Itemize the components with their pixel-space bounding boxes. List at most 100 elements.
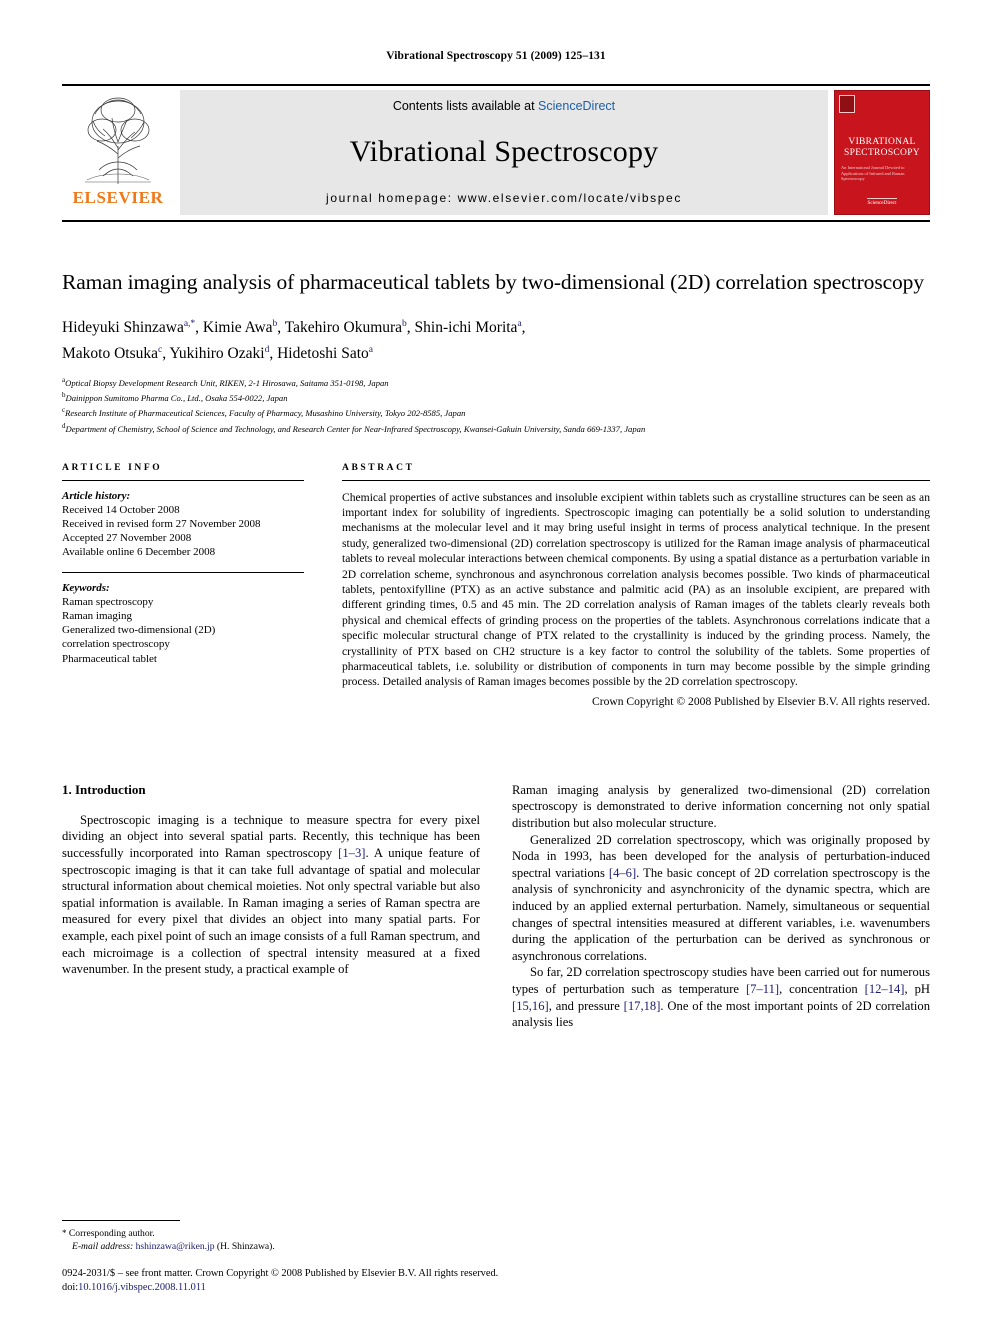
article-info-column: ARTICLE INFO Article history: Received 1…	[62, 463, 304, 708]
masthead-center-panel: Contents lists available at ScienceDirec…	[180, 90, 828, 215]
contents-prefix: Contents lists available at	[392, 99, 535, 113]
email-label: E-mail address:	[72, 1241, 134, 1252]
page-footer: 0924-2031/$ – see front matter. Crown Co…	[62, 1267, 498, 1295]
intro-paragraph-right-3: So far, 2D correlation spectroscopy stud…	[512, 964, 930, 1030]
abstract-column: ABSTRACT Chemical properties of active s…	[342, 463, 930, 708]
author-line-2: Makoto Otsukac, Yukihiro Ozakid, Hidetos…	[62, 345, 373, 363]
author-name: Kimie Awa	[202, 319, 273, 337]
keywords-label: Keywords:	[62, 581, 110, 594]
corresponding-author-text: Corresponding author.	[68, 1228, 155, 1239]
author-name: Hidetoshi Sato	[277, 345, 369, 363]
corresponding-author-note: * Corresponding author.	[62, 1227, 462, 1240]
author-affiliation-mark: a	[368, 345, 373, 356]
keyword-item: Generalized two-dimensional (2D)	[62, 624, 216, 637]
paragraph-text: . The basic concept of 2D correlation sp…	[512, 865, 930, 963]
citation-link[interactable]: [17,18]	[624, 999, 661, 1013]
sciencedirect-link[interactable]: ScienceDirect	[538, 99, 615, 113]
cover-title: VIBRATIONAL SPECTROSCOPY	[835, 137, 929, 159]
footer-doi-line: doi:10.1016/j.vibspec.2008.11.011	[62, 1281, 498, 1295]
article-title: Raman imaging analysis of pharmaceutical…	[62, 270, 924, 294]
body-column-left: 1. Introduction Spectroscopic imaging is…	[62, 782, 480, 1031]
affiliation-item: aOptical Biopsy Development Research Uni…	[62, 374, 930, 389]
cover-title-line2: SPECTROSCOPY	[844, 148, 920, 158]
affiliation-text: Department of Chemistry, School of Scien…	[65, 423, 646, 434]
citation-link[interactable]: [15,16]	[512, 999, 549, 1013]
author-name: Takehiro Okumura	[284, 319, 403, 337]
cover-footer: ScienceDirect	[835, 198, 929, 207]
author-affiliation-mark: a,*	[183, 319, 196, 329]
affiliation-text: Optical Biopsy Development Research Unit…	[65, 378, 389, 389]
keyword-item: Pharmaceutical tablet	[62, 652, 157, 665]
affiliation-list: aOptical Biopsy Development Research Uni…	[62, 374, 930, 434]
author-affiliation-mark: b	[272, 319, 278, 329]
keyword-item: Raman imaging	[62, 609, 132, 622]
cover-subtitle: An International Journal Devoted to Appl…	[841, 165, 905, 182]
email-link[interactable]: hshinzawa@riken.jp	[136, 1241, 215, 1252]
article-info-label: ARTICLE INFO	[62, 462, 163, 473]
citation-link[interactable]: [4–6]	[609, 866, 636, 880]
contents-available-line: Contents lists available at ScienceDirec…	[393, 99, 615, 113]
footer-copyright-line: 0924-2031/$ – see front matter. Crown Co…	[62, 1268, 499, 1279]
journal-cover-thumbnail: VIBRATIONAL SPECTROSCOPY An Internationa…	[834, 90, 930, 215]
body-columns: 1. Introduction Spectroscopic imaging is…	[62, 782, 930, 1031]
elsevier-logo: ELSEVIER	[62, 86, 174, 220]
paragraph-text: , concentration	[779, 981, 865, 996]
doi-link[interactable]: 10.1016/j.vibspec.2008.11.011	[78, 1282, 206, 1293]
history-item: Accepted 27 November 2008	[62, 532, 192, 545]
history-item: Received 14 October 2008	[62, 503, 180, 516]
keyword-item: correlation spectroscopy	[62, 638, 170, 651]
citation-link[interactable]: [1–3]	[338, 846, 365, 860]
affiliation-text: Dainippon Sumitomo Pharma Co., Ltd., Osa…	[65, 393, 288, 404]
journal-title: Vibrational Spectroscopy	[349, 135, 659, 168]
cover-publisher-mark	[839, 95, 855, 113]
author-affiliation-mark: b	[402, 319, 407, 329]
affiliation-item: cResearch Institute of Pharmaceutical Sc…	[62, 404, 930, 419]
author-name: Shin-ichi Morita	[414, 319, 518, 337]
author-affiliation-mark: a	[517, 319, 522, 329]
history-item: Received in revised form 27 November 200…	[62, 517, 261, 530]
elsevier-tree-icon	[85, 97, 151, 184]
abstract-label: ABSTRACT	[342, 462, 415, 473]
journal-article-page: Vibrational Spectroscopy 51 (2009) 125–1…	[0, 0, 992, 1323]
abstract-text: Chemical properties of active substances…	[342, 490, 930, 689]
paragraph-text: , and pressure	[548, 998, 624, 1013]
intro-paragraph-left: Spectroscopic imaging is a technique to …	[62, 812, 480, 978]
affiliation-text: Research Institute of Pharmaceutical Sci…	[65, 408, 466, 419]
footnote-mark: *	[62, 1228, 67, 1238]
doi-label: doi:	[62, 1282, 79, 1293]
citation-link[interactable]: [12–14]	[865, 982, 905, 996]
affiliation-item: bDainippon Sumitomo Pharma Co., Ltd., Os…	[62, 389, 930, 404]
body-column-right: Raman imaging analysis by generalized tw…	[512, 782, 930, 1031]
intro-paragraph-right-2: Generalized 2D correlation spectroscopy,…	[512, 832, 930, 965]
citation-link[interactable]: [7–11]	[746, 982, 779, 996]
intro-paragraph-right-1: Raman imaging analysis by generalized tw…	[512, 782, 930, 832]
abstract-copyright: Crown Copyright © 2008 Published by Else…	[591, 694, 930, 708]
title-block: Raman imaging analysis of pharmaceutical…	[62, 268, 930, 435]
section-heading-introduction: 1. Introduction	[62, 781, 146, 797]
elsevier-wordmark: ELSEVIER	[72, 188, 164, 207]
article-history-label: Article history:	[62, 489, 131, 502]
email-owner: (H. Shinzawa).	[216, 1241, 275, 1252]
footnote-area: * Corresponding author. E-mail address: …	[62, 1220, 462, 1253]
author-line-1: Hideyuki Shinzawaa,*, Kimie Awab, Takehi…	[62, 319, 526, 337]
article-history-group: Article history: Received 14 October 200…	[62, 481, 304, 560]
journal-masthead: ELSEVIER Contents lists available at Sci…	[62, 84, 930, 222]
paragraph-text: , pH	[904, 981, 930, 996]
email-note: E-mail address: hshinzawa@riken.jp (H. S…	[62, 1240, 462, 1253]
keywords-group: Keywords: Raman spectroscopy Raman imagi…	[62, 573, 304, 666]
author-name: Yukihiro Ozaki	[169, 345, 265, 363]
paragraph-text: Raman imaging analysis by generalized tw…	[512, 782, 930, 831]
author-affiliation-mark: d	[264, 345, 270, 356]
affiliation-item: dDepartment of Chemistry, School of Scie…	[62, 420, 930, 435]
cover-sciencedirect-mark: ScienceDirect	[867, 198, 897, 206]
author-name: Makoto Otsuka	[62, 345, 159, 363]
footnote-rule	[62, 1220, 180, 1221]
keyword-item: Raman spectroscopy	[62, 595, 154, 608]
author-list: Hideyuki Shinzawaa,*, Kimie Awab, Takehi…	[62, 313, 930, 365]
author-name: Hideyuki Shinzawa	[62, 319, 184, 337]
cover-title-line1: VIBRATIONAL	[848, 137, 916, 147]
author-affiliation-mark: c	[158, 345, 163, 356]
running-head: Vibrational Spectroscopy 51 (2009) 125–1…	[386, 50, 606, 62]
info-abstract-section: ARTICLE INFO Article history: Received 1…	[62, 463, 930, 708]
journal-homepage-link[interactable]: journal homepage: www.elsevier.com/locat…	[326, 191, 682, 205]
